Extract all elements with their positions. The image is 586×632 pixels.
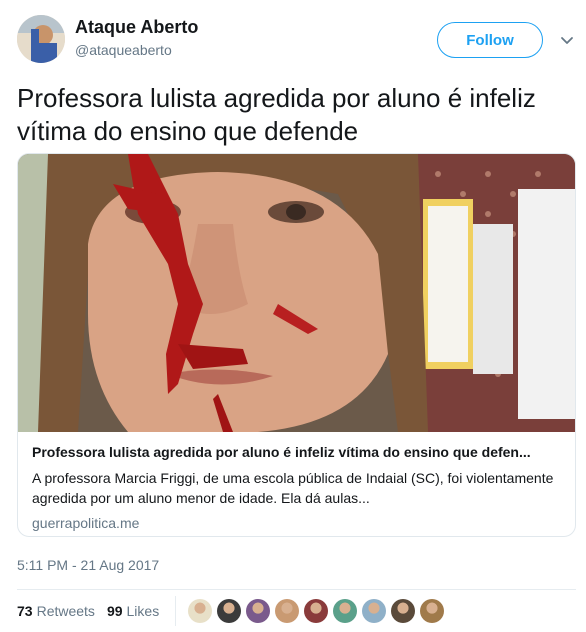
liker-avatar[interactable]	[362, 599, 387, 623]
retweets-stat[interactable]: 73 Retweets	[17, 603, 95, 619]
divider	[17, 589, 576, 590]
liker-avatar[interactable]	[188, 599, 213, 623]
tweet-timestamp[interactable]: 5:11 PM - 21 Aug 2017	[17, 557, 159, 573]
liker-avatars	[188, 599, 449, 623]
photo-image-icon	[18, 154, 575, 432]
card-description: A professora Marcia Friggi, de uma escol…	[32, 470, 554, 506]
card-image[interactable]	[18, 154, 575, 432]
stats-separator	[175, 596, 177, 626]
liker-avatar[interactable]	[217, 599, 242, 623]
author-display-name[interactable]: Ataque Aberto	[75, 17, 198, 38]
likes-stat[interactable]: 99 Likes	[107, 603, 159, 619]
link-card[interactable]: Professora lulista agredida por aluno é …	[17, 153, 576, 537]
avatar-photo-icon	[17, 15, 65, 63]
liker-avatar[interactable]	[246, 599, 271, 623]
likes-label: Likes	[126, 603, 160, 619]
author-avatar[interactable]	[17, 15, 65, 63]
liker-avatar[interactable]	[275, 599, 300, 623]
liker-avatar[interactable]	[333, 599, 358, 623]
tweet-header: Ataque Aberto @ataqueaberto Follow	[0, 0, 586, 80]
retweets-count: 73	[17, 603, 33, 619]
card-domain[interactable]: guerrapolitica.me	[32, 514, 561, 532]
liker-avatar[interactable]	[391, 599, 416, 623]
chevron-down-icon[interactable]	[559, 32, 575, 48]
author-handle[interactable]: @ataqueaberto	[75, 42, 172, 58]
liker-avatar[interactable]	[304, 599, 329, 623]
card-body: Professora lulista agredida por aluno é …	[18, 433, 575, 536]
retweets-label: Retweets	[36, 603, 95, 619]
card-title[interactable]: Professora lulista agredida por aluno é …	[32, 443, 561, 462]
follow-button[interactable]: Follow	[437, 22, 543, 58]
tweet-stats: 73 Retweets 99 Likes	[17, 595, 449, 627]
likes-count: 99	[106, 603, 123, 619]
tweet-text: Professora lulista agredida por aluno é …	[17, 83, 536, 146]
liker-avatar[interactable]	[420, 599, 445, 623]
